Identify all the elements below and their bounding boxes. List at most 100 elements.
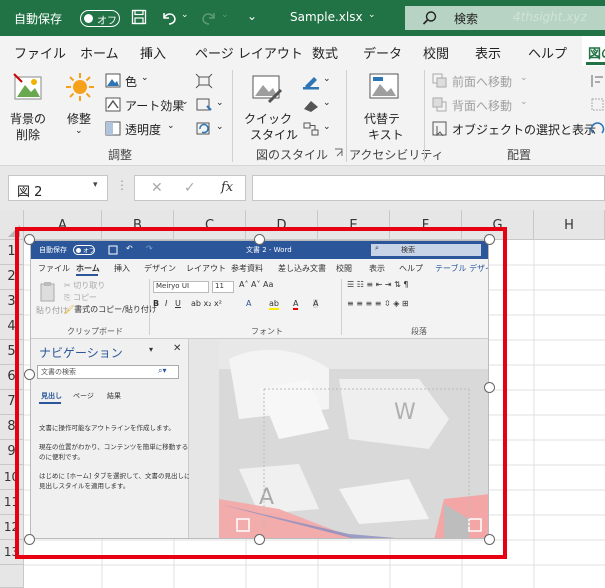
bring-forward-label: 前面へ移動 — [452, 75, 513, 89]
tab-home[interactable]: ホーム — [80, 43, 119, 62]
filename-dropdown-icon[interactable]: ⌄ — [368, 10, 376, 20]
group-arrange-label: 配置 — [507, 148, 532, 162]
picture-border-dropdown-icon[interactable]: ⌄ — [323, 74, 331, 84]
styles-dialog-launcher-icon[interactable] — [334, 148, 344, 158]
ribbon-tabs: ファイル ホーム 挿入 ページ レイアウト 数式 データ 校閲 表示 ヘルプ 図… — [0, 36, 605, 66]
artistic-effects-label: アート効果 — [125, 99, 185, 113]
reset-picture-icon[interactable] — [195, 121, 213, 137]
color-dropdown-icon: ⌄ — [141, 73, 149, 83]
alt-text-icon — [369, 73, 399, 99]
name-box-value: 図 2 — [17, 185, 43, 200]
artistic-dropdown-icon: ⌄ — [181, 97, 189, 107]
tab-view[interactable]: 表示 — [475, 43, 501, 62]
tab-formulas[interactable]: 数式 — [312, 43, 338, 62]
picture-layout-dropdown-icon[interactable]: ⌄ — [323, 122, 331, 132]
send-backward-dropdown-icon: ⌄ — [520, 97, 528, 107]
enter-icon[interactable]: ✓ — [184, 180, 196, 196]
tab-page-layout[interactable]: ページ レイアウト — [195, 43, 303, 62]
formula-bar-grip-icon: ⋮ — [116, 178, 128, 192]
highlight-frame — [15, 227, 507, 559]
remove-bg-label-1: 背景の — [10, 112, 47, 126]
watermark: 4thsight.xyz — [513, 10, 587, 24]
tab-picture-format[interactable]: 図の — [582, 36, 605, 66]
transparency-label: 透明度 — [125, 123, 162, 137]
change-picture-icon[interactable] — [195, 97, 213, 113]
quick-styles-label-1: クイック — [244, 112, 293, 126]
customize-qat-icon[interactable]: ⌄ — [247, 9, 257, 23]
bring-forward-icon — [432, 73, 447, 88]
transparency-button[interactable]: 透明度 ⌄ — [103, 120, 183, 140]
search-label: 検索 — [454, 12, 479, 26]
bring-forward-button: 前面へ移動 ⌄ — [430, 72, 550, 92]
ribbon-separator — [232, 70, 233, 162]
send-backward-label: 背面へ移動 — [452, 99, 513, 113]
ribbon-separator — [424, 70, 425, 162]
remove-bg-label-2: 削除 — [16, 128, 41, 142]
artistic-effects-button[interactable]: アート効果 ⌄ — [103, 96, 189, 116]
ribbon: 背景の 削除 修整 ⌄ 色 ⌄ アート効果 ⌄ 透明度 ⌄ ⌄ ⌄ 調整 クイッ… — [0, 66, 605, 166]
align-icon — [591, 75, 603, 87]
tab-data[interactable]: データ — [363, 43, 402, 62]
autosave-toggle[interactable]: オフ — [80, 10, 120, 27]
alt-text-label-2: キスト — [368, 128, 404, 142]
compress-pictures-icon[interactable] — [195, 73, 213, 89]
send-backward-icon — [432, 97, 447, 112]
quick-styles-icon — [252, 75, 283, 104]
group-adjust-label: 調整 — [108, 148, 133, 162]
tab-file[interactable]: ファイル — [14, 43, 66, 62]
transparency-icon — [105, 121, 121, 136]
name-box-dropdown-icon[interactable]: ▾ — [93, 180, 98, 190]
picture-border-icon[interactable] — [302, 72, 320, 90]
tab-insert[interactable]: 挿入 — [140, 43, 166, 62]
undo-icon[interactable] — [160, 9, 178, 25]
sun-icon — [66, 73, 94, 101]
corrections-dropdown-icon: ⌄ — [75, 126, 83, 136]
picture-effects-dropdown-icon[interactable]: ⌄ — [323, 98, 331, 108]
title-bar: 自動保存 オフ ⌄ ⌄ ⌄ Sample.xlsx ⌄ 検索 4thsight.… — [0, 0, 605, 36]
artistic-effects-icon — [105, 97, 121, 112]
group-access-label: アクセシビリティ — [349, 148, 444, 162]
redo-icon[interactable] — [200, 9, 218, 25]
corrections-button[interactable]: 修整 ⌄ — [60, 70, 100, 144]
row-header-14[interactable] — [0, 565, 24, 588]
change-picture-dropdown-icon[interactable]: ⌄ — [216, 98, 224, 108]
autosave-state: オフ — [97, 16, 117, 27]
formula-buttons: ✕ ✓ fx — [134, 175, 246, 201]
bring-forward-dropdown-icon: ⌄ — [520, 73, 528, 83]
insert-function-button[interactable]: fx — [221, 180, 233, 195]
formula-bar-area: 図 2 ▾ ⋮ ✕ ✓ fx — [0, 166, 605, 210]
worksheet-grid[interactable]: A B C D E F G H 1 2 3 4 5 6 7 8 9 10 11 … — [0, 210, 605, 588]
quick-styles-dropdown-icon: ⌄ — [286, 126, 294, 136]
picture-layout-icon[interactable] — [302, 121, 320, 137]
search-box[interactable]: 検索 4thsight.xyz — [405, 6, 605, 30]
picture-effects-icon[interactable] — [302, 97, 320, 113]
selection-pane-icon — [432, 121, 447, 137]
save-icon[interactable] — [131, 9, 147, 25]
remove-background-button[interactable]: 背景の 削除 — [6, 70, 52, 144]
quick-styles-button[interactable]: クイック スタイル ⌄ — [240, 70, 298, 144]
undo-dropdown-icon[interactable]: ⌄ — [181, 10, 189, 20]
color-button[interactable]: 色 ⌄ — [103, 72, 163, 92]
rotate-icon[interactable] — [590, 121, 605, 137]
cancel-icon[interactable]: ✕ — [151, 180, 163, 196]
column-header-h[interactable]: H — [534, 210, 605, 240]
group-styles-label: 図のスタイル — [256, 148, 329, 162]
alt-text-button[interactable]: 代替テ キスト — [354, 70, 414, 144]
color-label: 色 — [125, 75, 138, 89]
selection-pane-button[interactable]: オブジェクトの選択と表示 — [430, 120, 596, 140]
tab-help[interactable]: ヘルプ — [528, 43, 567, 62]
group-objects-icon — [591, 98, 604, 111]
corrections-label: 修整 — [67, 112, 92, 126]
autosave-label: 自動保存 — [14, 12, 63, 26]
file-name[interactable]: Sample.xlsx — [290, 10, 363, 24]
send-backward-button: 背面へ移動 ⌄ — [430, 96, 550, 116]
reset-picture-dropdown-icon[interactable]: ⌄ — [216, 122, 224, 132]
remove-background-icon — [13, 73, 42, 100]
search-icon — [422, 11, 437, 25]
name-box[interactable]: 図 2 ▾ — [8, 175, 108, 201]
alt-text-label-1: 代替テ — [364, 112, 401, 126]
transparency-dropdown-icon: ⌄ — [167, 121, 175, 131]
formula-input[interactable] — [252, 175, 605, 201]
selection-pane-label: オブジェクトの選択と表示 — [452, 123, 597, 137]
tab-review[interactable]: 校閲 — [423, 43, 449, 62]
